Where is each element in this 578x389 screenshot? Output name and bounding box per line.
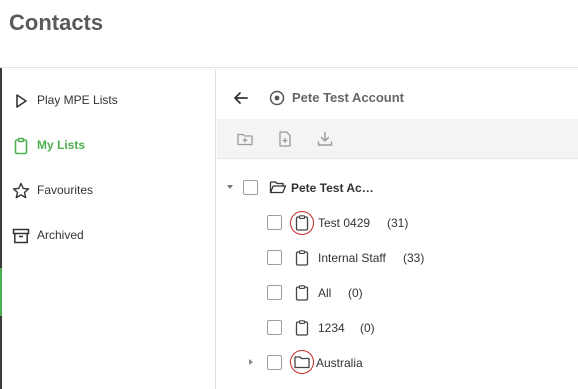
sidebar-item-label: Play MPE Lists [37,93,118,107]
page-title: Contacts [9,10,104,35]
clipboard-icon [295,215,309,231]
account-titlebar: Pete Test Account [217,69,578,119]
list-label[interactable]: 1234 [318,321,345,335]
tree-root-label[interactable]: Pete Test Ac… [291,181,374,195]
tree-row: Australia [217,345,578,380]
play-icon [16,94,27,108]
list-label[interactable]: All [318,286,331,300]
folder-label[interactable]: Australia [316,356,363,370]
account-target-icon [269,90,285,106]
tree-checkbox[interactable] [267,320,282,335]
sidebar-item-label: Archived [37,228,84,242]
expand-down-icon[interactable] [225,182,235,192]
list-count: (31) [387,216,409,230]
tree-checkbox[interactable] [267,250,282,265]
folder-icon [294,356,310,369]
sidebar-item-my-lists[interactable]: My Lists [2,126,216,166]
back-arrow-icon[interactable] [231,88,251,108]
sidebar: Play MPE Lists My Lists Favourites Archi… [2,69,216,389]
star-icon [12,182,30,199]
tree-row: Internal Staff (33) [217,240,578,275]
sidebar-item-archived[interactable]: Archived [2,216,216,256]
sidebar-item-label: Favourites [37,183,94,197]
clipboard-icon [295,250,309,266]
tree-checkbox[interactable] [267,215,282,230]
expand-right-icon[interactable] [246,357,256,367]
new-list-icon[interactable] [276,130,294,148]
list-label[interactable]: Test 0429 [318,216,370,230]
list-count: (0) [348,286,363,300]
new-folder-icon[interactable] [236,130,254,148]
sidebar-item-play-mpe-lists[interactable]: Play MPE Lists [2,81,216,121]
folder-open-icon [269,181,287,194]
tree-checkbox[interactable] [267,355,282,370]
download-icon[interactable] [316,130,334,148]
clipboard-icon [295,285,309,301]
list-label[interactable]: Internal Staff [318,251,386,265]
account-title: Pete Test Account [292,90,404,105]
list-count: (33) [403,251,425,265]
tree-row: All (0) [217,275,578,310]
tree-row: 1234 (0) [217,310,578,345]
toolbar [217,119,578,159]
clipboard-icon [295,320,309,336]
clipboard-icon [14,137,28,155]
list-count: (0) [360,321,375,335]
main-panel: Pete Test Account Pete Test Ac… Test 042… [217,69,578,389]
sidebar-item-favourites[interactable]: Favourites [2,171,216,211]
sidebar-item-label: My Lists [37,138,86,152]
tree-checkbox[interactable] [267,285,282,300]
tree-checkbox[interactable] [243,180,258,195]
app-header: Contacts [0,0,578,68]
tree-row: Test 0429 (31) [217,205,578,240]
archive-icon [12,228,30,244]
tree-row-root: Pete Test Ac… [217,170,578,205]
